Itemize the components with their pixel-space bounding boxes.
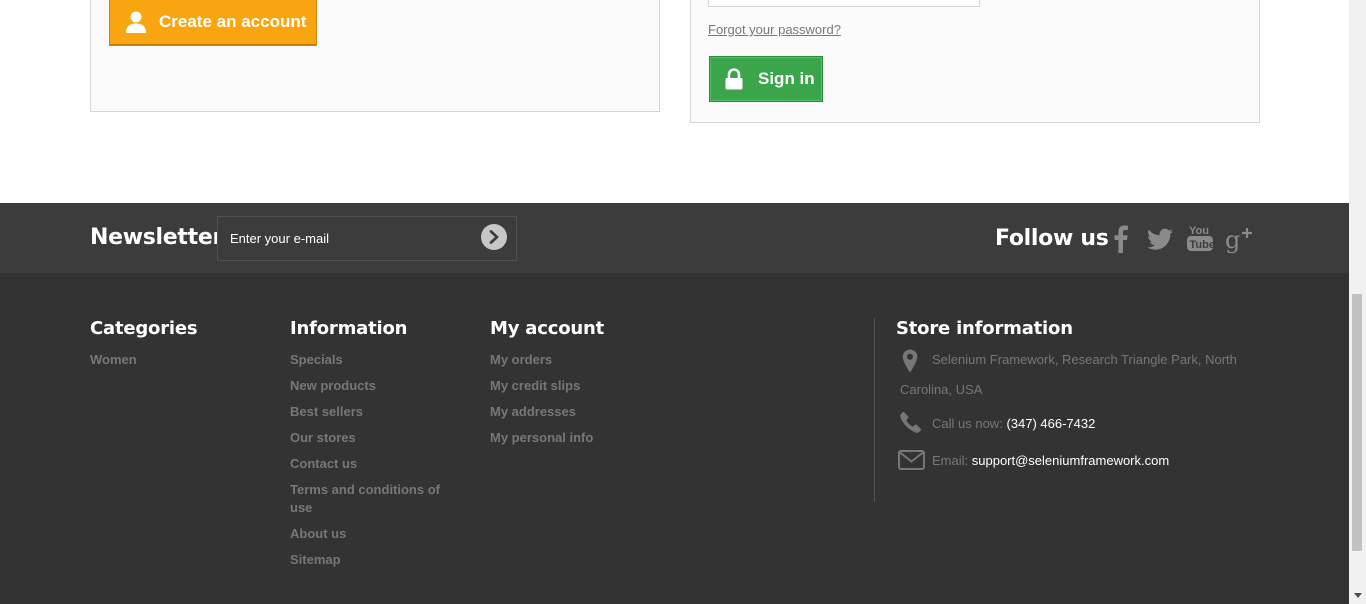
store-address-text: Selenium Framework, Research Triangle Pa… [900,352,1237,397]
create-account-label: Create an account [159,12,307,31]
my-account-title: My account [490,318,604,339]
footer-categories: Categories Women [90,318,270,377]
forgot-password-link[interactable]: Forgot your password? [708,22,841,37]
create-account-button[interactable]: Create an account [109,0,317,46]
account-link-my-orders[interactable]: My orders [490,351,690,369]
call-us-label: Call us now: [932,416,1003,431]
sign-in-label: Sign in [758,69,815,88]
footer-information: Information Specials New products Best s… [290,318,450,577]
categories-link-women[interactable]: Women [90,351,270,369]
store-address: Selenium Framework, Research Triangle Pa… [896,345,1256,405]
account-link-my-credit-slips[interactable]: My credit slips [490,377,690,395]
footer-my-account: My account My orders My credit slips My … [490,318,690,455]
facebook-link[interactable] [1106,222,1136,254]
twitter-link[interactable] [1145,222,1175,254]
information-link-sitemap[interactable]: Sitemap [290,551,450,569]
vertical-scrollbar[interactable] [1349,0,1366,604]
youtube-icon: You Tube [1187,225,1215,251]
footer-store-information: Store information Selenium Framework, Re… [896,318,1256,472]
follow-us-title: Follow us [995,226,1109,251]
store-divider [874,318,875,502]
scrollbar-thumb[interactable] [1352,294,1362,551]
google-plus-icon: g [1225,226,1252,254]
information-link-best-sellers[interactable]: Best sellers [290,403,450,421]
scroll-down-arrow[interactable] [1349,587,1366,604]
account-link-my-addresses[interactable]: My addresses [490,403,690,421]
google-plus-link[interactable]: g [1225,222,1255,254]
chevron-right-icon [489,230,499,244]
store-phone: Call us now: (347) 466-7432 [896,412,1256,435]
categories-title: Categories [90,318,198,339]
map-marker-icon [902,349,918,373]
user-icon [126,11,146,33]
store-email: Email: support@seleniumframework.com [896,450,1256,472]
store-information-title: Store information [896,318,1073,339]
information-link-new-products[interactable]: New products [290,377,450,395]
svg-text:g: g [1225,226,1240,254]
youtube-link[interactable]: You Tube [1185,222,1215,254]
newsletter-title: Newsletter [90,225,224,250]
phone-icon [900,412,921,433]
store-email-address[interactable]: support@seleniumframework.com [972,453,1169,468]
password-field[interactable] [708,0,980,7]
information-link-our-stores[interactable]: Our stores [290,429,450,447]
information-link-specials[interactable]: Specials [290,351,450,369]
svg-text:Tube: Tube [1190,239,1215,251]
lock-icon [725,68,743,90]
information-link-about-us[interactable]: About us [290,525,450,543]
newsletter-bar: Newsletter Follow us You Tube [0,203,1349,273]
account-link-my-personal-info[interactable]: My personal info [490,429,690,447]
information-link-terms[interactable]: Terms and conditions of use [290,481,450,517]
twitter-icon [1147,228,1173,250]
newsletter-submit-button[interactable] [481,224,507,250]
information-link-contact-us[interactable]: Contact us [290,455,450,473]
newsletter-email-input[interactable] [217,216,517,261]
caret-down-icon [1353,593,1362,598]
footer: Categories Women Information Specials Ne… [0,273,1349,604]
page: Create an account Forgot your password? … [0,0,1349,604]
information-title: Information [290,318,408,339]
email-label: Email: [932,453,969,468]
envelope-icon [898,450,925,470]
store-phone-number[interactable]: (347) 466-7432 [1006,416,1095,431]
facebook-icon [1114,225,1128,253]
sign-in-button[interactable]: Sign in [709,56,823,102]
svg-text:You: You [1189,225,1209,237]
